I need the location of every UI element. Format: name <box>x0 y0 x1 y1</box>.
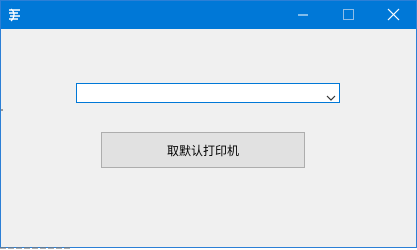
minimize-icon <box>281 1 326 29</box>
app-window: 取默认打印机 <box>0 0 417 248</box>
title-bar[interactable] <box>1 1 416 29</box>
taskbar-fragment <box>0 246 70 250</box>
get-default-printer-button[interactable]: 取默认打印机 <box>101 132 305 168</box>
close-button[interactable] <box>371 1 416 29</box>
window-edge-mark <box>1 109 3 111</box>
maximize-button[interactable] <box>326 1 371 29</box>
chevron-down-icon[interactable] <box>326 88 336 101</box>
app-logo-icon <box>6 6 24 24</box>
close-icon <box>371 1 416 29</box>
printer-select[interactable] <box>76 83 340 103</box>
maximize-icon <box>326 1 371 29</box>
minimize-button[interactable] <box>281 1 326 29</box>
